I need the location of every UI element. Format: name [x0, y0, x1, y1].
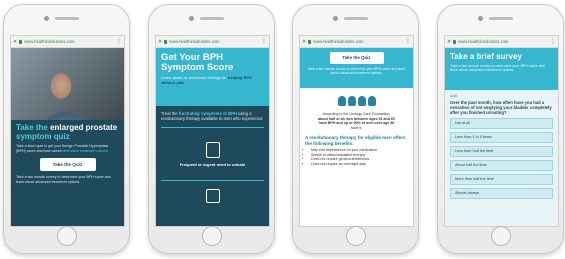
phone-screen: ✕ www.healthinsolutions.com ⋮ Take the Q… — [299, 35, 414, 227]
answer-option[interactable]: About half the time — [450, 160, 553, 171]
therapy-heading: A revolutionary therapy for eligible men… — [305, 135, 406, 146]
browser-menu-icon[interactable]: ⋮ — [550, 38, 556, 45]
symptom-label: Frequent or urgent need to urinate — [179, 161, 246, 167]
phone-mockup-2: ✕ www.healthinsolutions.com ⋮ Get Your B… — [148, 4, 275, 254]
symptoms-text: Treat the frustrating symptoms of BPH us… — [161, 111, 264, 121]
cta-text: Take a two minute survey to determine yo… — [307, 67, 406, 76]
home-button[interactable] — [201, 226, 222, 246]
phone-screen: ✕ www.healthinsolutions.com ⋮ Take the e… — [10, 35, 125, 227]
title-part: prostate — [83, 123, 118, 132]
symptom-card: Frequent or urgent need to urinate — [161, 127, 264, 181]
cta-band: Take the Quiz Take a two minute survey t… — [300, 48, 413, 88]
lock-icon — [453, 39, 457, 44]
browser-menu-icon[interactable]: ⋮ — [116, 38, 122, 45]
camera-icon — [478, 16, 483, 21]
page-title: Get Your BPH Symptom Score — [161, 52, 234, 73]
phone-screen: ✕ www.healthinsolutions.com ⋮ Take a bri… — [444, 35, 559, 227]
lock-icon — [164, 39, 168, 44]
symptom-card-next — [161, 189, 264, 203]
benefits-list: May end dependence on your medication Si… — [311, 148, 408, 166]
intro-text: Take a short quiz to get your Benign Pro… — [16, 144, 119, 153]
take-quiz-button[interactable]: Take the Quiz — [329, 52, 384, 64]
home-button[interactable] — [56, 226, 77, 246]
speaker-grille — [488, 17, 513, 20]
toilet-icon — [205, 141, 220, 158]
browser-menu-icon[interactable]: ⋮ — [261, 38, 267, 45]
answer-option[interactable]: Almost always — [450, 188, 553, 199]
home-button[interactable] — [490, 226, 511, 246]
footer-text: Take a two minute survey to determine yo… — [16, 175, 111, 184]
browser-address-bar[interactable]: ✕ www.healthinsolutions.com ⋮ — [156, 36, 269, 48]
question-counter: 1/10 — [450, 94, 458, 98]
browser-address-bar[interactable]: ✕ www.healthinsolutions.com ⋮ — [300, 36, 413, 48]
phone-screen: ✕ www.healthinsolutions.com ⋮ Get Your B… — [155, 35, 270, 227]
question-text: Over the past month, how often have you … — [450, 100, 552, 115]
survey-hero: Take a brief survey Take a two minute su… — [445, 48, 558, 90]
hero-subtitle: Learn about an advanced therapy for trea… — [161, 75, 264, 86]
survey-subtitle: Take a two minute survey to determine yo… — [450, 64, 545, 73]
page-title: Take a brief survey — [450, 52, 522, 61]
page-title: Take the enlarged prostate symptom quiz — [16, 123, 119, 141]
answer-option[interactable]: Less than 1 in 5 times — [450, 132, 553, 143]
phone-mockup-4: ✕ www.healthinsolutions.com ⋮ Take a bri… — [437, 4, 564, 254]
title-part: quiz — [51, 131, 70, 141]
hero-photo-man — [11, 48, 124, 120]
symptoms-section: Treat the frustrating symptoms of BPH us… — [156, 106, 269, 226]
people-group-icon — [305, 96, 408, 106]
symptom-icon — [205, 189, 220, 203]
survey-question-panel: 1/10 Over the past month, how often have… — [445, 90, 558, 226]
stats-section: According to the Urology Care Foundation… — [300, 88, 413, 171]
close-tab-icon[interactable]: ✕ — [158, 39, 162, 45]
camera-icon — [189, 16, 194, 21]
lock-icon — [308, 39, 312, 44]
phone-mockup-1: ✕ www.healthinsolutions.com ⋮ Take the e… — [3, 4, 130, 254]
url-text: www.healthinsolutions.com — [458, 39, 509, 44]
speaker-grille — [54, 17, 79, 20]
home-button[interactable] — [345, 226, 366, 246]
answer-option[interactable]: Less than half the time — [450, 146, 553, 157]
close-tab-icon[interactable]: ✕ — [447, 39, 451, 45]
speaker-grille — [343, 17, 368, 20]
camera-icon — [44, 16, 49, 21]
person-icon — [347, 96, 356, 106]
browser-address-bar[interactable]: ✕ www.healthinsolutions.com ⋮ — [11, 36, 124, 48]
close-tab-icon[interactable]: ✕ — [13, 39, 17, 45]
url-text: www.healthinsolutions.com — [24, 39, 75, 44]
quiz-intro-section: Take the enlarged prostate symptom quiz … — [11, 120, 124, 226]
person-icon — [357, 96, 366, 106]
answer-option[interactable]: More than half the time — [450, 174, 553, 185]
stat-line: have it. — [350, 125, 363, 130]
camera-icon — [333, 16, 338, 21]
browser-address-bar[interactable]: ✕ www.healthinsolutions.com ⋮ — [445, 36, 558, 48]
answer-option[interactable]: Not at all — [450, 118, 553, 129]
stat-text: According to the Urology Care Foundation… — [305, 112, 408, 130]
alternative-treatment-link[interactable]: alternative treatment options — [63, 149, 108, 153]
url-text: www.healthinsolutions.com — [313, 39, 364, 44]
browser-menu-icon[interactable]: ⋮ — [405, 38, 411, 45]
lock-icon — [19, 39, 23, 44]
title-part: symptom — [16, 131, 52, 141]
hero-section: Get Your BPH Symptom Score Learn about a… — [156, 48, 269, 106]
phone-mockup-3: ✕ www.healthinsolutions.com ⋮ Take the Q… — [292, 4, 419, 254]
close-tab-icon[interactable]: ✕ — [302, 39, 306, 45]
url-text: www.healthinsolutions.com — [169, 39, 220, 44]
take-quiz-button[interactable]: Take the Quiz — [39, 158, 96, 172]
speaker-grille — [199, 17, 224, 20]
person-icon — [367, 96, 376, 106]
list-item: Does not require an overnight stay — [311, 162, 408, 167]
person-icon — [337, 96, 346, 106]
